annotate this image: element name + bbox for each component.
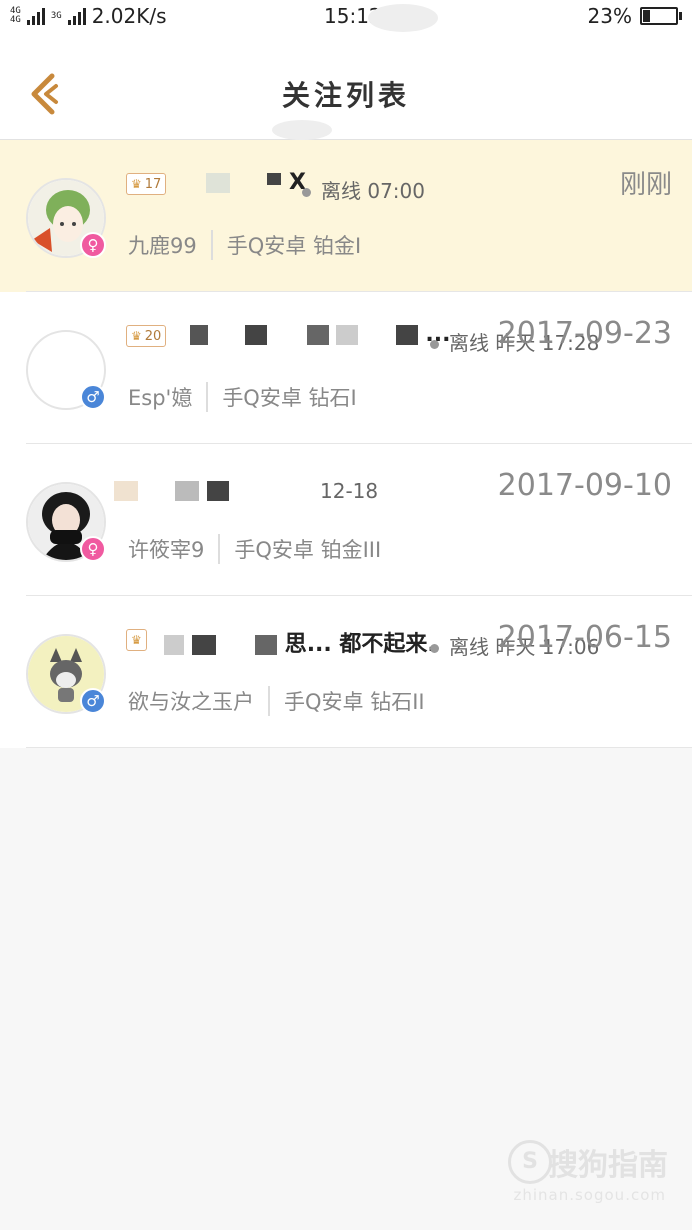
redacted-block — [175, 481, 200, 501]
list-item[interactable]: ♀ ♛ 17 X 离线 07:00 刚刚 九鹿99 手Q安卓 铂金I — [0, 140, 692, 292]
user-meta: 许筱宰9 手Q安卓 铂金III — [128, 534, 381, 564]
follow-time: 2017-06-15 — [497, 620, 672, 655]
redacted-block — [164, 635, 184, 655]
status-dot — [302, 188, 311, 197]
gender-female-icon: ♀ — [80, 232, 106, 258]
online-status: 离线 07:00 — [302, 175, 425, 204]
battery-fill — [643, 10, 650, 22]
redacted-block — [190, 325, 208, 345]
follow-time: 2017-09-23 — [497, 316, 672, 351]
user-meta: 九鹿99 手Q安卓 铂金I — [128, 230, 361, 260]
user-meta: Esp'嬑 手Q安卓 钻石I — [128, 382, 357, 412]
redacted-block — [114, 481, 138, 501]
list-item[interactable]: ♂ ♛ 20 ... 离线 昨天 17:28 2017-09-23 Esp'嬑 手… — [0, 292, 692, 444]
redacted-block — [191, 635, 216, 655]
battery-icon — [640, 7, 682, 25]
follow-list: ♀ ♛ 17 X 离线 07:00 刚刚 九鹿99 手Q安卓 铂金I ♂ ♛ 20 — [0, 140, 692, 748]
battery-percent: 23% — [587, 4, 632, 28]
crown-icon: ♛ — [131, 177, 142, 191]
redacted-block — [336, 325, 359, 345]
follow-time: 刚刚 — [619, 170, 672, 200]
network-indicator: 4G 4G — [10, 6, 21, 25]
status-dot — [430, 644, 439, 653]
nickname — [114, 478, 230, 503]
platform-rank: 手Q安卓 铂金I — [226, 234, 362, 258]
gender-male-icon: ♂ — [80, 688, 106, 714]
user-name: 欲与汝之玉户 — [128, 690, 254, 714]
row-divider — [26, 747, 692, 748]
user-name: Esp'嬑 — [128, 386, 193, 410]
status-right: 23% — [587, 4, 682, 28]
user-name: 许筱宰9 — [128, 538, 205, 562]
page-title: 关注列表 — [281, 79, 410, 112]
platform-rank: 手Q安卓 钻石II — [284, 690, 425, 714]
signal-icon-2 — [67, 7, 86, 25]
user-name: 九鹿99 — [128, 234, 197, 258]
online-status: 12-18 — [320, 479, 379, 503]
list-item[interactable]: ♂ ♛ 思... 都不起来. 离线 昨天 17:06 2017-06-15 欲与… — [0, 596, 692, 748]
status-dot — [430, 340, 439, 349]
watermark-url: zhinan.sogou.com — [513, 1186, 666, 1204]
platform-rank: 手Q安卓 钻石I — [222, 386, 357, 410]
gender-male-icon: ♂ — [80, 384, 106, 410]
status-bar: 4G 4G 3G 2.02K/s 15:12 23% — [0, 0, 692, 34]
network-speed: 2.02K/s — [91, 4, 167, 28]
user-meta: 欲与汝之玉户 手Q安卓 钻石II — [128, 686, 425, 716]
nav-header: 关注列表 — [0, 4, 692, 140]
redacted-block — [207, 481, 230, 501]
nickname: ... — [190, 322, 450, 347]
redacted-block — [267, 173, 282, 185]
watermark-text: 搜狗指南 — [548, 1148, 668, 1183]
redacted-block — [245, 325, 268, 345]
divider — [268, 686, 270, 716]
decor-cloud — [368, 4, 438, 32]
crown-icon: ♛ — [131, 633, 142, 647]
divider — [210, 230, 213, 260]
gender-female-icon: ♀ — [80, 536, 106, 562]
platform-rank: 手Q安卓 铂金III — [234, 538, 382, 562]
redacted-block — [395, 325, 418, 345]
list-item[interactable]: ♀ 12-18 2017-09-10 许筱宰9 手Q安卓 铂金III — [0, 444, 692, 596]
level-badge: ♛ 17 — [126, 173, 167, 195]
divider — [218, 534, 221, 564]
level-badge: ♛ 20 — [126, 325, 167, 347]
redacted-block — [206, 173, 230, 193]
sogou-s-icon: S — [508, 1140, 552, 1184]
nickname: X — [206, 170, 306, 195]
network-3g-label: 3G — [50, 10, 62, 21]
level-badge: ♛ — [126, 629, 147, 651]
redacted-block — [255, 635, 278, 655]
decor-cloud — [272, 120, 332, 140]
crown-icon: ♛ — [131, 329, 142, 343]
nickname: 思... 都不起来. — [164, 626, 436, 658]
redacted-block — [306, 325, 329, 345]
divider — [206, 382, 209, 412]
signal-icon — [26, 7, 45, 25]
status-left: 4G 4G 3G 2.02K/s — [10, 4, 167, 28]
follow-time: 2017-09-10 — [497, 468, 672, 503]
